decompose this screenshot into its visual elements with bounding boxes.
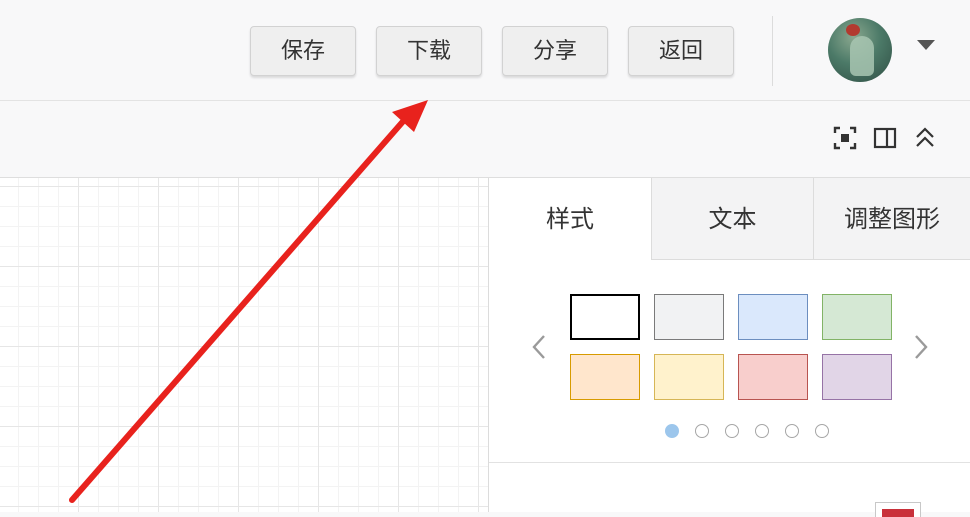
style-preset-swatch[interactable] — [738, 294, 808, 340]
header-divider — [772, 16, 773, 86]
page-dot[interactable] — [695, 424, 709, 438]
style-preset-swatch[interactable] — [738, 354, 808, 400]
chevron-down-icon[interactable] — [917, 40, 935, 50]
diagram-canvas[interactable] — [0, 178, 489, 512]
avatar[interactable] — [828, 18, 892, 82]
style-preset-swatch[interactable] — [822, 354, 892, 400]
page-dot[interactable] — [755, 424, 769, 438]
tab-style[interactable]: 样式 — [489, 178, 651, 260]
style-preset-swatch[interactable] — [654, 294, 724, 340]
chevron-left-icon[interactable] — [529, 330, 549, 364]
fit-view-icon[interactable] — [832, 125, 858, 151]
color-swatch-fill — [882, 509, 914, 517]
format-panel: 样式 文本 调整图形 — [489, 178, 970, 517]
style-preset-swatch[interactable] — [654, 354, 724, 400]
toolbar — [0, 101, 970, 178]
style-preset-swatch[interactable] — [822, 294, 892, 340]
top-bar: 保存 下载 分享 返回 — [0, 0, 970, 101]
avatar-figure — [850, 36, 874, 76]
page-dot[interactable] — [725, 424, 739, 438]
tab-text[interactable]: 文本 — [651, 178, 813, 260]
style-preset-swatch[interactable] — [570, 354, 640, 400]
tab-arrange[interactable]: 调整图形 — [813, 178, 970, 260]
page-dot[interactable] — [785, 424, 799, 438]
chevron-right-icon[interactable] — [911, 330, 931, 364]
toggle-panel-icon[interactable] — [872, 125, 898, 151]
back-button[interactable]: 返回 — [628, 26, 734, 76]
avatar-detail — [846, 24, 860, 36]
save-button[interactable]: 保存 — [250, 26, 356, 76]
collapse-icon[interactable] — [912, 125, 938, 151]
page-dot[interactable] — [815, 424, 829, 438]
share-button[interactable]: 分享 — [502, 26, 608, 76]
color-swatch[interactable] — [875, 502, 921, 517]
panel-divider — [489, 462, 970, 463]
page-dot[interactable] — [665, 424, 679, 438]
style-preset-swatch[interactable] — [570, 294, 640, 340]
download-button[interactable]: 下载 — [376, 26, 482, 76]
